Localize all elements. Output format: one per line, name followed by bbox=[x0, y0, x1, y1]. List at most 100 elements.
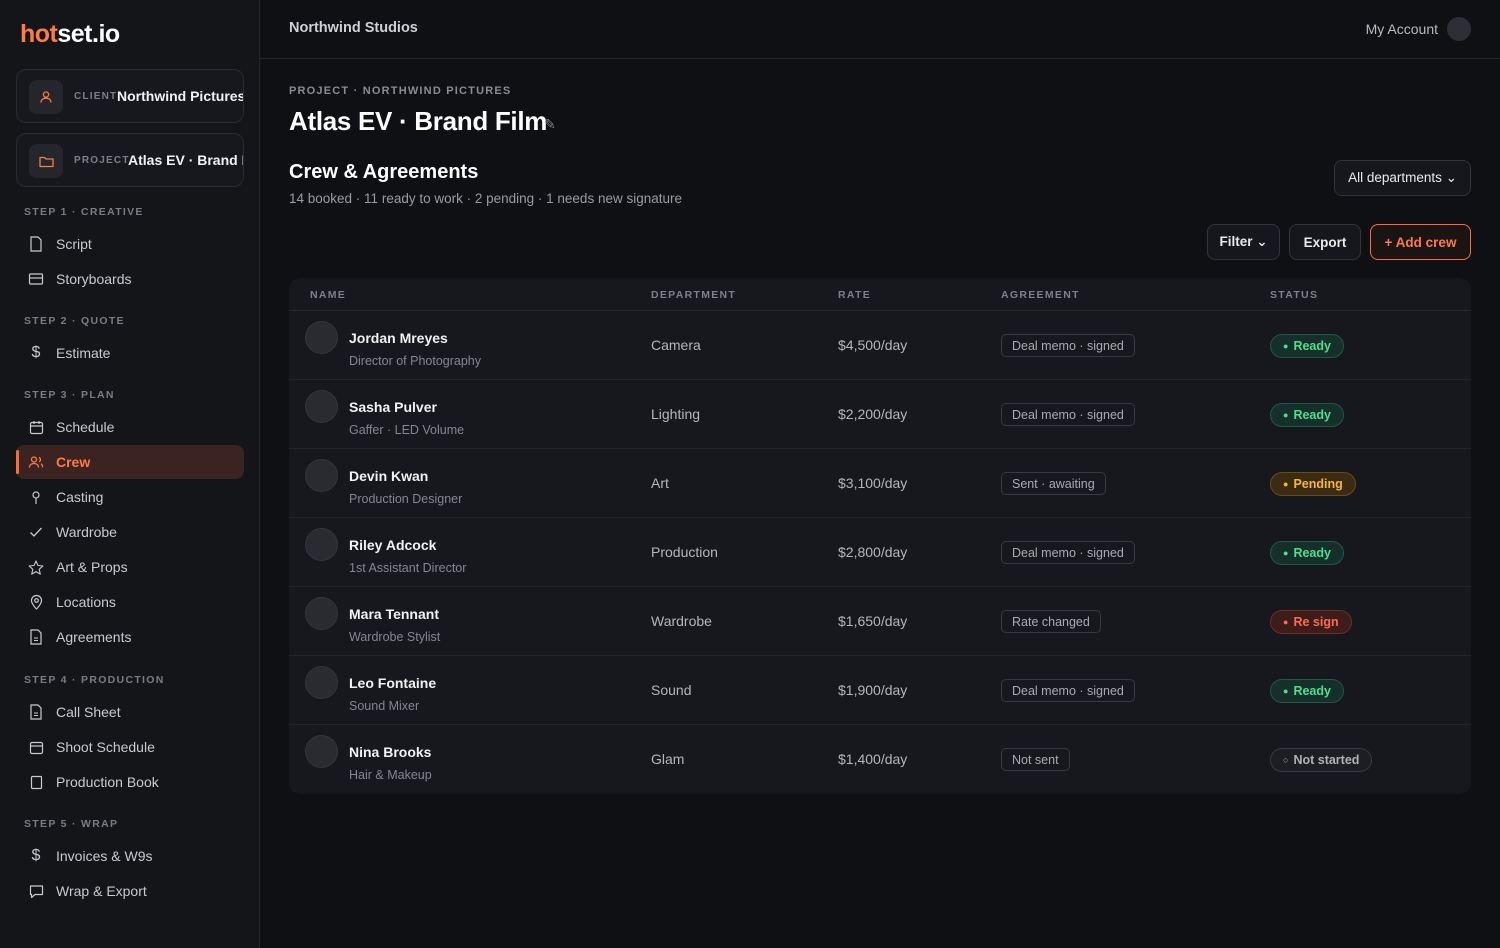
sidebar-item-estimate[interactable]: $ Estimate bbox=[16, 336, 244, 370]
crew-rate: $3,100/day bbox=[838, 475, 908, 491]
status-label: Ready bbox=[1293, 339, 1331, 353]
filter-button[interactable]: Filter ⌄ bbox=[1207, 224, 1280, 260]
sidebar-item-agreements[interactable]: Agreements bbox=[16, 620, 244, 654]
crew-rate: $2,200/day bbox=[838, 406, 908, 422]
crew-department: Art bbox=[651, 475, 669, 491]
avatar bbox=[305, 597, 338, 630]
sidebar-item-production-book[interactable]: Production Book bbox=[16, 765, 244, 799]
sidebar-item-label: Call Sheet bbox=[56, 704, 121, 720]
crew-department: Production bbox=[651, 544, 718, 560]
sidebar-item-locations[interactable]: Locations bbox=[16, 585, 244, 619]
sidebar-item-art-props[interactable]: Art & Props bbox=[16, 550, 244, 584]
status-dot: ● bbox=[1283, 410, 1289, 420]
crew-name[interactable]: Devin Kwan bbox=[349, 468, 428, 484]
avatar[interactable] bbox=[1447, 17, 1471, 41]
crew-role: Wardrobe Stylist bbox=[349, 630, 441, 644]
status-badge[interactable]: ● Re sign bbox=[1270, 610, 1352, 634]
department-select[interactable]: All departments ⌄ bbox=[1334, 160, 1471, 196]
status-badge[interactable]: ● Pending bbox=[1270, 472, 1356, 496]
storyboard-icon bbox=[28, 271, 44, 287]
sidebar-item-wrap-export[interactable]: Wrap & Export bbox=[16, 874, 244, 908]
status-dot: ● bbox=[1283, 479, 1289, 489]
table-row[interactable]: Jordan Mreyes Director of Photography Ca… bbox=[289, 311, 1471, 380]
agreement-badge[interactable]: Deal memo · signed bbox=[1001, 334, 1135, 357]
sidebar-item-crew[interactable]: Crew bbox=[16, 445, 244, 479]
sidebar-item-label: Script bbox=[56, 236, 92, 252]
status-badge[interactable]: ● Ready bbox=[1270, 334, 1344, 358]
my-account-link[interactable]: My Account bbox=[1366, 21, 1438, 37]
crew-name[interactable]: Nina Brooks bbox=[349, 744, 431, 760]
sidebar-item-wardrobe[interactable]: Wardrobe bbox=[16, 515, 244, 549]
crew-department: Glam bbox=[651, 751, 685, 767]
crew-name[interactable]: Jordan Mreyes bbox=[349, 330, 448, 346]
status-badge[interactable]: ● Ready bbox=[1270, 679, 1344, 703]
sidebar-item-casting[interactable]: Casting bbox=[16, 480, 244, 514]
crew-name[interactable]: Leo Fontaine bbox=[349, 675, 436, 691]
project-value: Atlas EV · Brand Film bbox=[128, 152, 243, 168]
sidebar-item-label: Production Book bbox=[56, 774, 159, 790]
pencil-icon[interactable]: ✎ bbox=[544, 116, 556, 133]
status-badge[interactable]: ○ Not started bbox=[1270, 748, 1373, 772]
crew-role: Sound Mixer bbox=[349, 699, 420, 713]
status-label: Ready bbox=[1293, 684, 1331, 698]
table-row[interactable]: Devin Kwan Production Designer Art $3,10… bbox=[289, 449, 1471, 518]
sidebar-item-label: Shoot Schedule bbox=[56, 739, 155, 755]
column-header-department[interactable]: DEPARTMENT bbox=[651, 289, 736, 301]
agreement-badge[interactable]: Deal memo · signed bbox=[1001, 403, 1135, 426]
crew-rate: $1,650/day bbox=[838, 613, 908, 629]
sidebar-item-invoices[interactable]: $ Invoices & W9s bbox=[16, 839, 244, 873]
export-button[interactable]: Export bbox=[1289, 224, 1361, 260]
column-header-name[interactable]: NAME bbox=[310, 289, 346, 301]
sidebar-item-call-sheet[interactable]: Call Sheet bbox=[16, 695, 244, 729]
sidebar-item-storyboards[interactable]: Storyboards bbox=[16, 262, 244, 296]
crew-rate: $1,900/day bbox=[838, 682, 908, 698]
step-heading: STEP 5 · WRAP bbox=[24, 818, 119, 830]
sidebar-item-label: Agreements bbox=[56, 629, 132, 645]
calendar-icon bbox=[28, 419, 44, 435]
agreement-badge[interactable]: Sent · awaiting bbox=[1001, 472, 1106, 495]
step-heading: STEP 1 · CREATIVE bbox=[24, 206, 144, 218]
status-label: Ready bbox=[1293, 546, 1331, 560]
topbar: Northwind Studios My Account bbox=[260, 0, 1500, 59]
pin-icon bbox=[28, 489, 44, 505]
crew-table: NAME DEPARTMENT RATE AGREEMENT STATUS Jo… bbox=[289, 278, 1471, 794]
crew-name[interactable]: Riley Adcock bbox=[349, 537, 436, 553]
step-heading: STEP 2 · QUOTE bbox=[24, 315, 125, 327]
project-selector[interactable]: PROJECT Atlas EV · Brand Film bbox=[16, 133, 244, 187]
sidebar-item-label: Wrap & Export bbox=[56, 883, 147, 899]
dollar-icon: $ bbox=[31, 847, 41, 864]
column-header-status[interactable]: STATUS bbox=[1270, 289, 1318, 301]
agreement-badge[interactable]: Deal memo · signed bbox=[1001, 541, 1135, 564]
table-row[interactable]: Mara Tennant Wardrobe Stylist Wardrobe $… bbox=[289, 587, 1471, 656]
logo[interactable]: hotset.io bbox=[20, 20, 120, 49]
calendar-icon bbox=[28, 739, 44, 755]
status-badge[interactable]: ● Ready bbox=[1270, 403, 1344, 427]
person-icon bbox=[29, 80, 63, 114]
sidebar-item-script[interactable]: Script bbox=[16, 227, 244, 261]
status-badge[interactable]: ● Ready bbox=[1270, 541, 1344, 565]
table-row[interactable]: Leo Fontaine Sound Mixer Sound $1,900/da… bbox=[289, 656, 1471, 725]
table-row[interactable]: Riley Adcock 1st Assistant Director Prod… bbox=[289, 518, 1471, 587]
table-row[interactable]: Sasha Pulver Gaffer · LED Volume Lightin… bbox=[289, 380, 1471, 449]
sidebar-item-schedule[interactable]: Schedule bbox=[16, 410, 244, 444]
agreement-badge[interactable]: Not sent bbox=[1001, 748, 1070, 771]
location-icon bbox=[28, 594, 44, 610]
crew-name[interactable]: Mara Tennant bbox=[349, 606, 439, 622]
column-header-agreement[interactable]: AGREEMENT bbox=[1001, 289, 1080, 301]
table-row[interactable]: Nina Brooks Hair & Makeup Glam $1,400/da… bbox=[289, 725, 1471, 794]
crew-name[interactable]: Sasha Pulver bbox=[349, 399, 437, 415]
agreement-badge[interactable]: Deal memo · signed bbox=[1001, 679, 1135, 702]
status-dot: ○ bbox=[1283, 755, 1289, 765]
crew-role: Production Designer bbox=[349, 492, 463, 506]
table-header: NAME DEPARTMENT RATE AGREEMENT STATUS bbox=[289, 278, 1471, 311]
add-crew-button[interactable]: + Add crew bbox=[1370, 224, 1471, 260]
client-selector[interactable]: CLIENT Northwind Pictures bbox=[16, 69, 244, 123]
org-name: Northwind Studios bbox=[289, 20, 418, 36]
column-header-rate[interactable]: RATE bbox=[838, 289, 871, 301]
agreement-badge[interactable]: Rate changed bbox=[1001, 610, 1101, 633]
star-icon bbox=[28, 559, 44, 575]
status-dot: ● bbox=[1283, 617, 1289, 627]
sidebar-item-shoot-schedule[interactable]: Shoot Schedule bbox=[16, 730, 244, 764]
status-dot: ● bbox=[1283, 548, 1289, 558]
avatar bbox=[305, 528, 338, 561]
